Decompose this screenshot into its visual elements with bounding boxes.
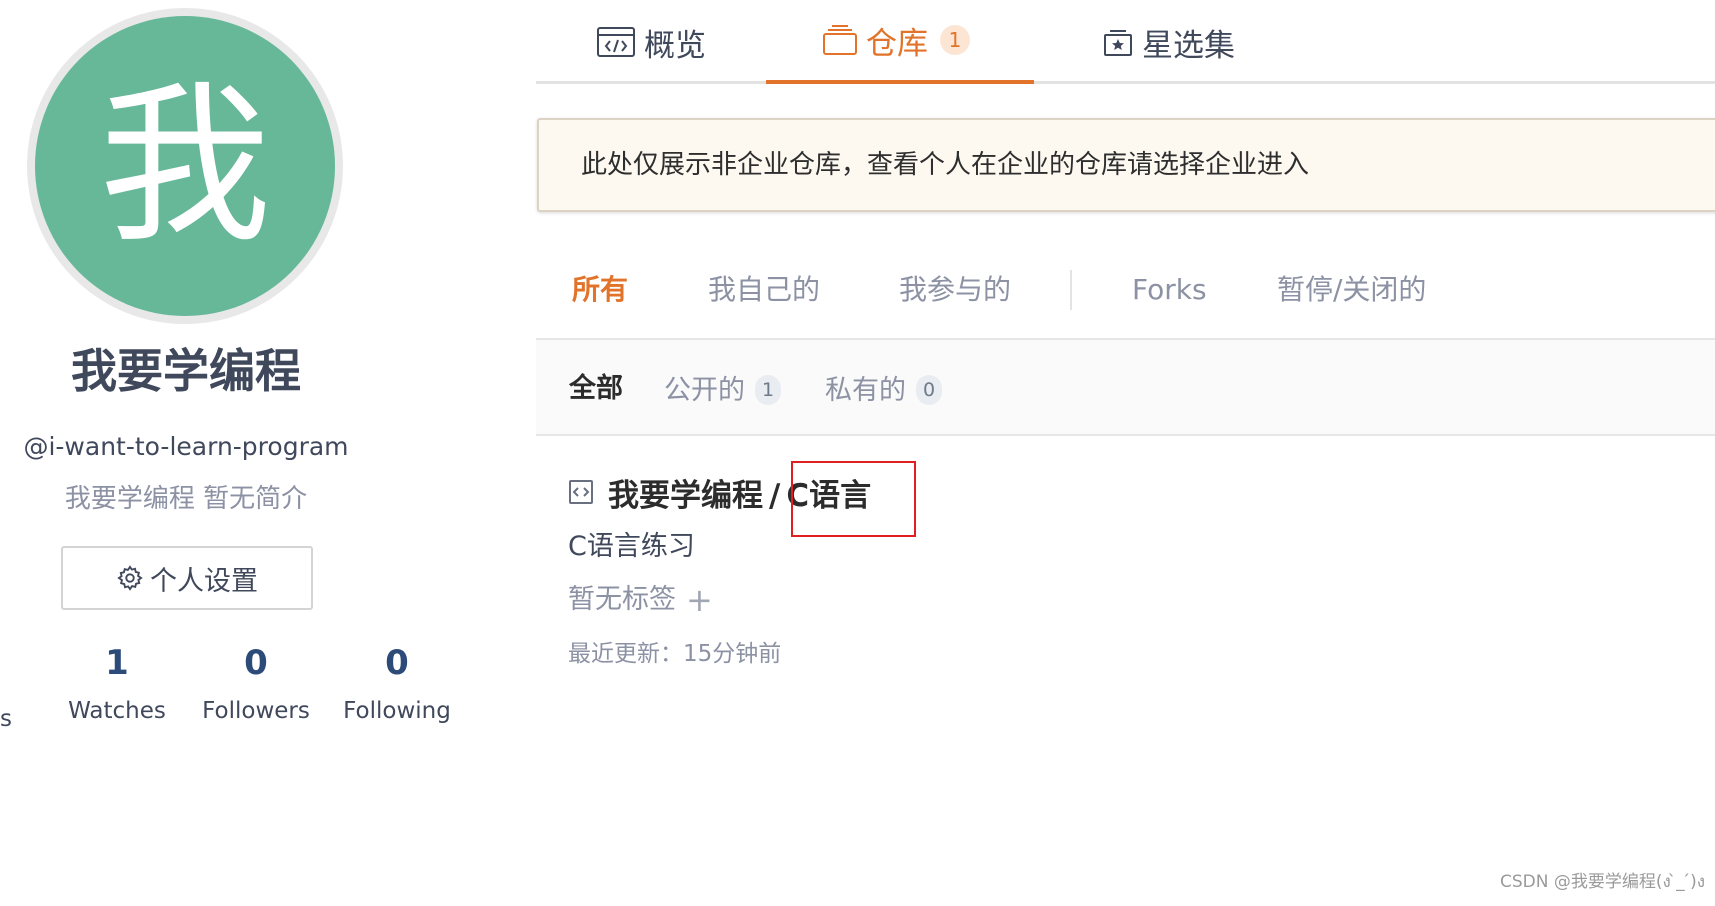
repo-title: 我要学编程 / C语言: [568, 470, 1468, 514]
visibility-public[interactable]: 公开的 1: [664, 375, 781, 405]
stat-following-label: Following: [343, 698, 451, 724]
stat-edge-label: s: [0, 706, 12, 732]
stat-following-value: 0: [385, 643, 409, 683]
visibility-all[interactable]: 全部: [569, 375, 623, 402]
repo-filter-bar: 所有 我自己的 我参与的 Forks 暂停/关闭的: [536, 262, 1715, 340]
code-repo-icon: [569, 480, 593, 504]
stat-following[interactable]: 0 Following: [334, 646, 460, 723]
stat-followers-value: 0: [244, 643, 268, 683]
stat-watches-value: 1: [105, 643, 129, 683]
repo-name-highlight-box: [791, 461, 916, 537]
repo-name-separator: /: [769, 477, 781, 514]
avatar[interactable]: 我: [35, 16, 335, 316]
visibility-public-count: 1: [755, 375, 781, 405]
filter-participated[interactable]: 我参与的: [899, 276, 1011, 304]
gear-icon: [117, 565, 143, 591]
repo-owner: 我要学编程: [608, 477, 763, 514]
visibility-private-count: 0: [916, 375, 942, 405]
repo-visibility-bar: 全部 公开的 1 私有的 0: [536, 340, 1715, 436]
repo-description: C语言练习: [568, 531, 695, 562]
tab-star-collection-label: 星选集: [1142, 27, 1235, 64]
filter-mine[interactable]: 我自己的: [708, 276, 820, 304]
tab-repositories[interactable]: 仓库 1: [766, 0, 1034, 84]
personal-settings-button[interactable]: 个人设置: [61, 546, 313, 610]
visibility-private[interactable]: 私有的 0: [825, 375, 942, 405]
username: @i-want-to-learn-program: [23, 432, 349, 461]
visibility-all-label: 全部: [569, 373, 623, 404]
filter-paused-closed[interactable]: 暂停/关闭的: [1277, 276, 1426, 304]
repo-list-item: 我要学编程 / C语言: [568, 470, 1468, 514]
filter-divider: [1070, 270, 1072, 310]
display-name: 我要学编程: [71, 344, 301, 398]
visibility-private-label: 私有的: [825, 374, 906, 406]
repo-tags-empty-text: 暂无标签: [568, 584, 676, 615]
star-collection-icon: [1104, 30, 1132, 56]
add-tag-button[interactable]: +: [686, 584, 713, 616]
repo-tags: 暂无标签 +: [568, 584, 713, 616]
enterprise-repo-notice: 此处仅展示非企业仓库，查看个人在企业的仓库请选择企业进入: [537, 118, 1715, 212]
tab-star-collection[interactable]: 星选集: [1102, 0, 1235, 84]
profile-tabs: 概览 仓库 1 星选集: [536, 0, 1715, 84]
code-window-icon: [597, 27, 635, 57]
stat-followers-label: Followers: [202, 698, 310, 724]
tab-repositories-count-badge: 1: [940, 25, 970, 55]
repo-last-updated: 最近更新：15分钟前: [568, 641, 782, 667]
avatar-ring: 我: [27, 8, 343, 324]
stat-followers[interactable]: 0 Followers: [196, 646, 316, 723]
personal-settings-label: 个人设置: [150, 565, 258, 597]
tab-overview-label: 概览: [644, 27, 706, 64]
visibility-public-label: 公开的: [664, 374, 745, 406]
filter-forks[interactable]: Forks: [1132, 276, 1207, 304]
stat-watches-label: Watches: [68, 698, 166, 724]
filter-all[interactable]: 所有: [572, 276, 628, 304]
bio: 我要学编程 暂无简介: [64, 484, 308, 514]
profile-sidebar: 我 我要学编程 @i-want-to-learn-program 我要学编程 暂…: [0, 0, 500, 906]
tab-repositories-label: 仓库: [866, 25, 928, 62]
csdn-watermark: CSDN @我要学编程(ง ̀_ ́)ง: [1499, 872, 1705, 892]
stat-watches[interactable]: 1 Watches: [62, 646, 172, 723]
repo-stack-icon: [823, 25, 857, 55]
tab-overview[interactable]: 概览: [596, 0, 706, 84]
